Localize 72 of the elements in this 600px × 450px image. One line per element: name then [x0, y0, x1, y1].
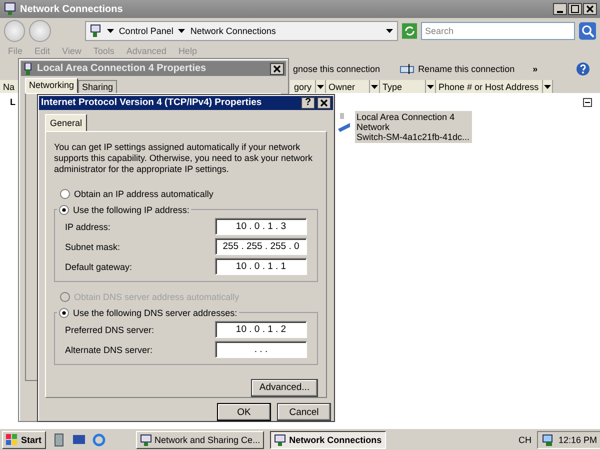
- radio-option[interactable]: Obtain an IP address automatically: [54, 186, 318, 201]
- dropdown-icon: [544, 84, 551, 88]
- window-title: Internet Protocol Version 4 (TCP/IPv4) Properties: [41, 97, 263, 108]
- breadcrumb-item[interactable]: Control Panel: [118, 26, 174, 36]
- field-label: Preferred DNS server:: [65, 324, 154, 335]
- monitor-icon[interactable]: [72, 433, 86, 447]
- close-icon[interactable]: [583, 3, 597, 15]
- maximize-icon[interactable]: [568, 3, 582, 15]
- breadcrumb-item[interactable]: Network Connections: [190, 26, 276, 36]
- column-header[interactable]: Na: [0, 80, 20, 93]
- close-icon[interactable]: [270, 62, 284, 74]
- rename-icon: [400, 64, 414, 74]
- column-header[interactable]: gory: [290, 80, 316, 93]
- dropdown-icon: [370, 84, 378, 88]
- radio-button[interactable]: [59, 204, 69, 215]
- advanced-button[interactable]: Advanced...: [251, 378, 318, 397]
- windows-logo-icon: [6, 434, 18, 446]
- field-label: Subnet mask:: [65, 242, 120, 252]
- connection-item[interactable]: Local Area Connection 4 Network Switch-SM-4a1c21fb-41dc...: [354, 111, 472, 143]
- help-button[interactable]: ?: [301, 96, 315, 109]
- ip-address-field[interactable]: 10 . 0 . 1 . 2: [215, 321, 307, 338]
- ip-address-field[interactable]: 10 . 0 . 1 . 3: [215, 218, 307, 236]
- address-bar[interactable]: Control Panel Network Connections: [84, 21, 398, 41]
- window-title: Local Area Connection 4 Properties: [37, 63, 208, 74]
- column-header[interactable]: Phone # or Host Address: [436, 80, 543, 93]
- clock: 12:16 PM: [558, 435, 597, 445]
- network-icon[interactable]: [542, 434, 554, 446]
- network-icon: [23, 62, 33, 74]
- tab[interactable]: Sharing: [78, 80, 118, 93]
- server-icon[interactable]: [52, 433, 66, 447]
- ip-address-field[interactable]: 255 . 255 . 255 . 0: [215, 238, 307, 256]
- radio-option[interactable]: Use the following DNS server addresses:: [59, 306, 238, 320]
- column-header[interactable]: Type: [380, 80, 426, 93]
- column-header[interactable]: Owner: [326, 80, 370, 93]
- taskbar-button[interactable]: Network Connections: [270, 431, 386, 449]
- network-icon: [274, 434, 286, 446]
- list-item[interactable]: L: [10, 97, 16, 107]
- radio-button[interactable]: [59, 308, 69, 318]
- cancel-button[interactable]: Cancel: [277, 403, 331, 421]
- language-indicator[interactable]: CH: [518, 435, 532, 445]
- description-text: You can get IP settings assigned automatically if your network supports this capability. Otherwise, you need to ask your network administrator for the appropriate IP settings.: [54, 142, 314, 175]
- radio-button[interactable]: [60, 188, 70, 199]
- ip-address-field[interactable]: . . .: [215, 341, 307, 358]
- tab[interactable]: General: [45, 114, 88, 131]
- search-icon[interactable]: [578, 22, 596, 40]
- dropdown-icon: [426, 84, 434, 88]
- caret-icon: [106, 29, 114, 33]
- ip-address-field[interactable]: 10 . 0 . 1 . 1: [215, 258, 307, 276]
- field-label: Default gateway:: [65, 262, 132, 272]
- minimize-icon[interactable]: [553, 3, 567, 15]
- search-field[interactable]: Search: [421, 22, 575, 40]
- tab[interactable]: Networking: [25, 78, 78, 93]
- collapse-icon[interactable]: [583, 98, 592, 107]
- dropdown-icon: [316, 84, 324, 88]
- ok-button[interactable]: OK: [217, 403, 271, 421]
- field-label: Alternate DNS server:: [65, 344, 153, 355]
- network-icon: [3, 2, 17, 16]
- dropdown-icon: [386, 29, 392, 33]
- caret-icon: [178, 29, 186, 33]
- toolbar-button[interactable]: Rename this connection: [418, 64, 515, 74]
- taskbar-button[interactable]: Network and Sharing Ce...: [136, 431, 264, 449]
- toolbar-button[interactable]: gnose this connection: [293, 64, 380, 74]
- radio-option[interactable]: Use the following IP address:: [59, 202, 190, 217]
- field-label: IP address:: [65, 222, 110, 232]
- window-title: Network Connections: [20, 4, 124, 14]
- network-icon: [140, 434, 152, 446]
- close-icon[interactable]: [317, 96, 331, 109]
- more-button[interactable]: »: [532, 64, 538, 74]
- help-icon[interactable]: [576, 62, 590, 76]
- network-icon: [90, 24, 102, 38]
- refresh-icon[interactable]: [402, 23, 418, 39]
- start-button[interactable]: Start: [2, 431, 46, 449]
